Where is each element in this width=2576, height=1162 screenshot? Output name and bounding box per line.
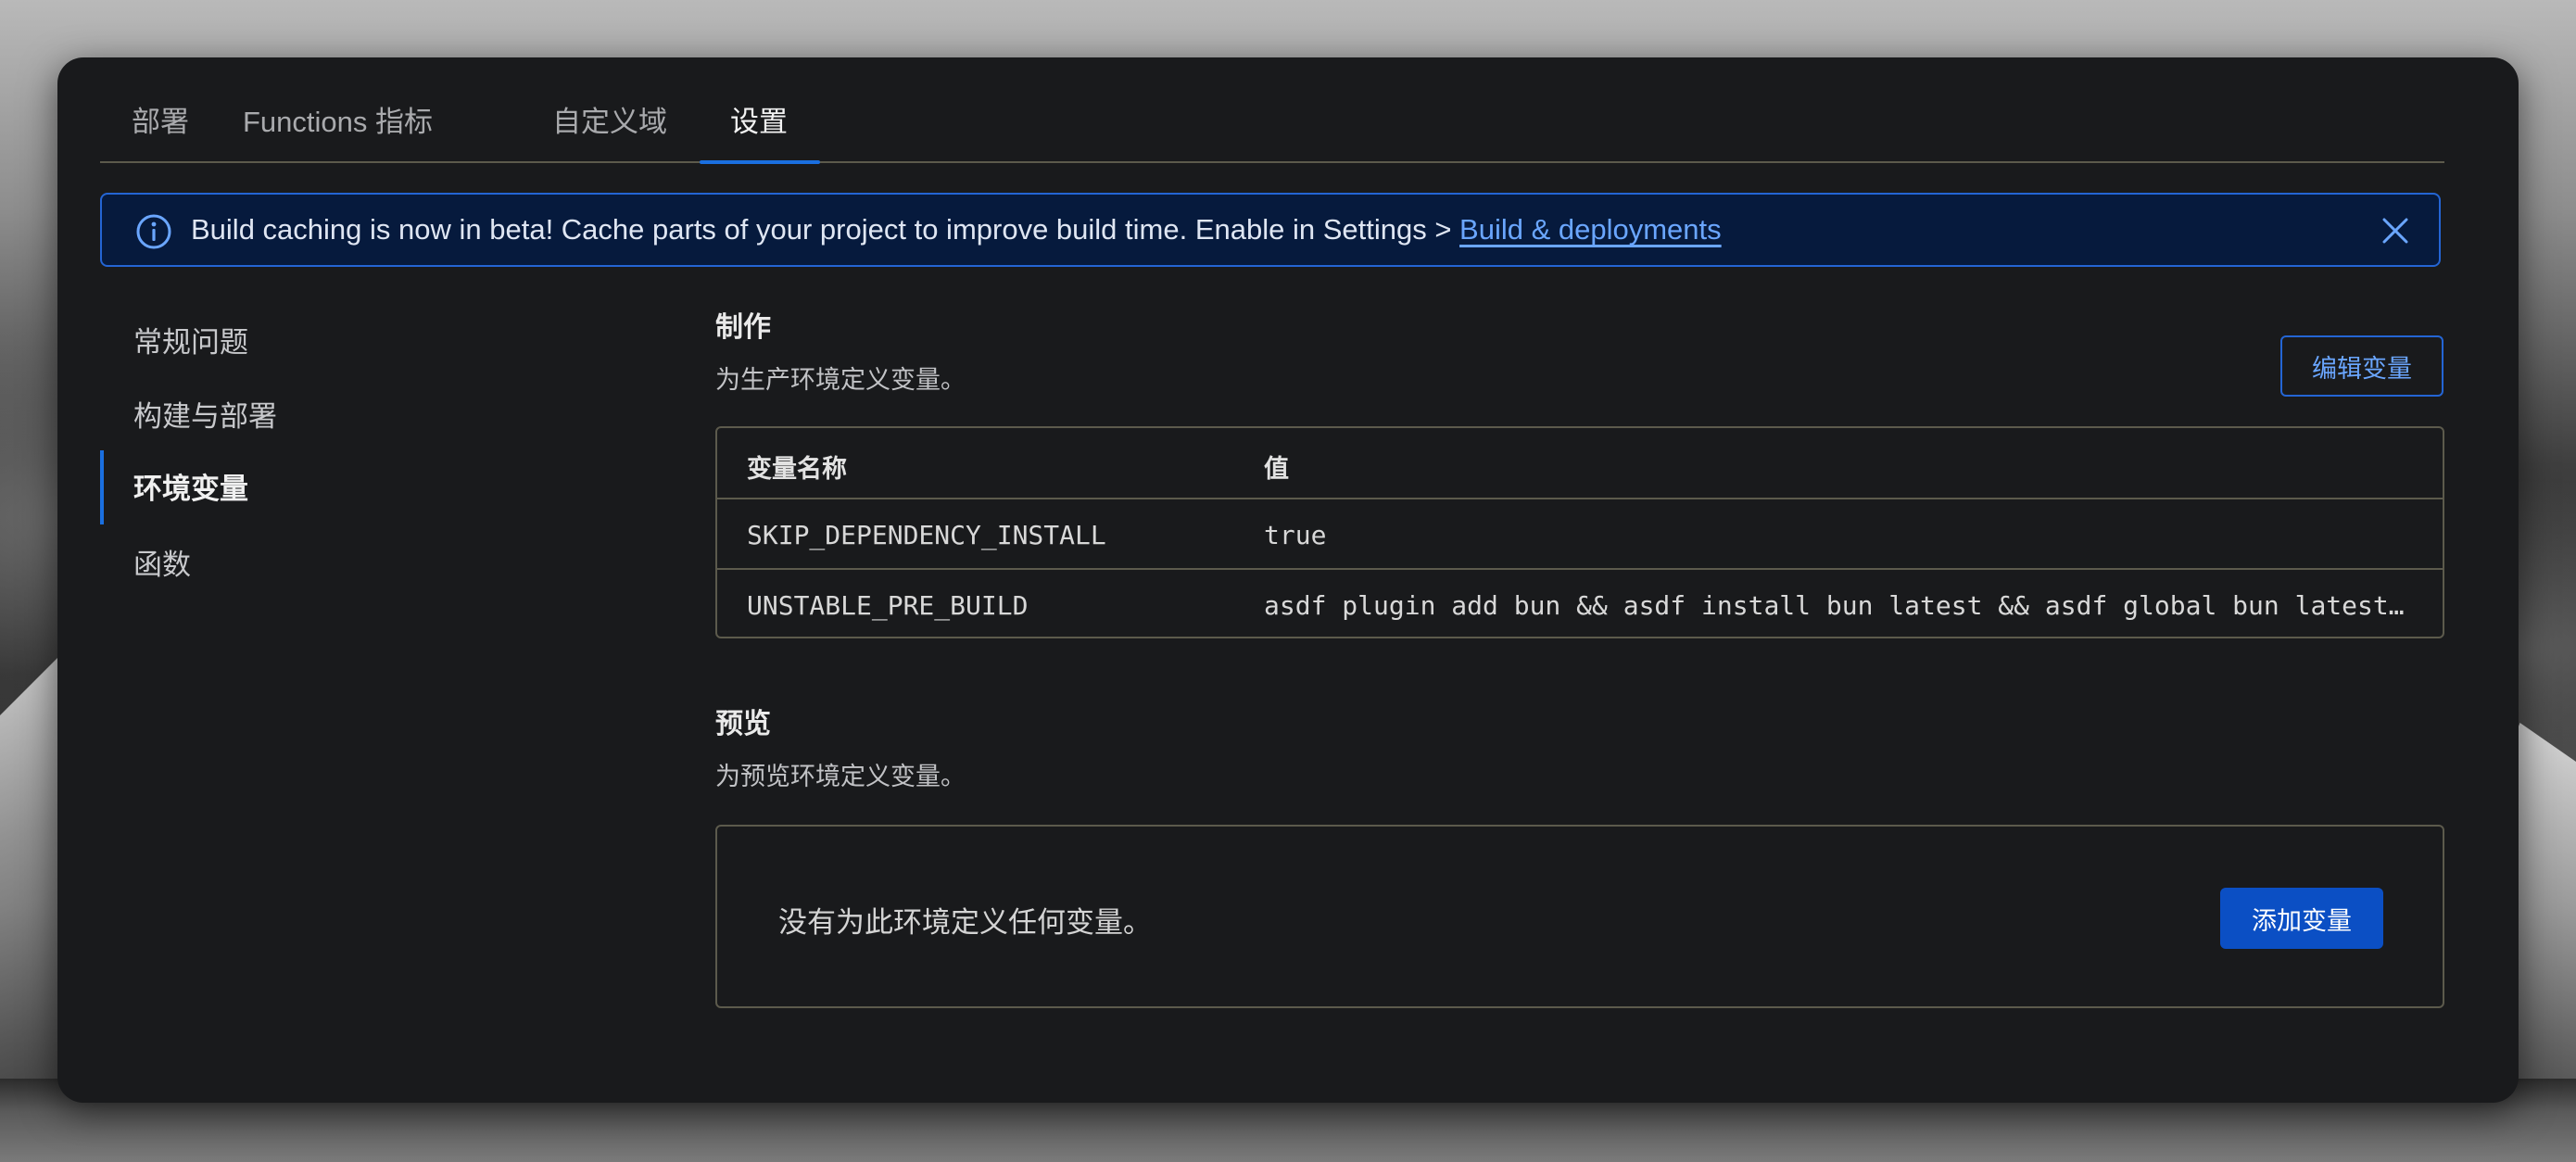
info-icon bbox=[136, 214, 171, 249]
production-variables-table: 变量名称 值 SKIP_DEPENDENCY_INSTALL true UNST… bbox=[715, 426, 2444, 638]
banner-text: Build caching is now in beta! Cache part… bbox=[191, 213, 1460, 246]
tab-bar: 部署 Functions 指标 自定义域 设置 bbox=[100, 57, 2444, 164]
sidebar-item-label: 函数 bbox=[133, 549, 191, 581]
variable-value: true bbox=[1264, 520, 1327, 550]
tab-deployments[interactable]: 部署 bbox=[132, 98, 189, 140]
sidebar-item-build-deploy[interactable]: 构建与部署 bbox=[100, 378, 563, 443]
sidebar-item-label: 环境变量 bbox=[133, 473, 248, 505]
add-variable-button[interactable]: 添加变量 bbox=[2220, 888, 2383, 949]
build-caching-banner: Build caching is now in beta! Cache part… bbox=[100, 193, 2441, 267]
sidebar-item-label: 构建与部署 bbox=[133, 400, 277, 433]
build-deployments-link[interactable]: Build & deployments bbox=[1459, 213, 1722, 246]
active-tab-indicator bbox=[700, 160, 820, 164]
sidebar-item-general[interactable]: 常规问题 bbox=[100, 304, 563, 369]
variable-value: asdf plugin add bun && asdf install bun … bbox=[1264, 590, 2405, 621]
tab-custom-domains[interactable]: 自定义域 bbox=[552, 98, 667, 140]
column-header-name: 变量名称 bbox=[747, 455, 847, 483]
table-row: SKIP_DEPENDENCY_INSTALL true bbox=[717, 498, 2443, 570]
edit-variables-button[interactable]: 编辑变量 bbox=[2280, 335, 2443, 397]
banner-message: Build caching is now in beta! Cache part… bbox=[191, 213, 1722, 246]
preview-description: 为预览环境定义变量。 bbox=[715, 763, 966, 790]
sidebar-item-label: 常规问题 bbox=[133, 326, 248, 359]
tab-functions-metrics[interactable]: Functions 指标 bbox=[243, 98, 433, 140]
tab-settings[interactable]: 设置 bbox=[730, 98, 788, 140]
close-icon[interactable] bbox=[2380, 215, 2411, 246]
table-row: UNSTABLE_PRE_BUILD asdf plugin add bun &… bbox=[717, 568, 2443, 637]
column-header-value: 值 bbox=[1264, 455, 1289, 483]
settings-window: 部署 Functions 指标 自定义域 设置 Build caching is… bbox=[57, 57, 2519, 1103]
variable-name: SKIP_DEPENDENCY_INSTALL bbox=[747, 520, 1106, 550]
sidebar-item-environment-variables[interactable]: 环境变量 bbox=[100, 450, 563, 524]
empty-state-message: 没有为此环境定义任何变量。 bbox=[778, 906, 1152, 939]
table-header-row: 变量名称 值 bbox=[717, 428, 2443, 499]
variable-name: UNSTABLE_PRE_BUILD bbox=[747, 590, 1029, 621]
preview-title: 预览 bbox=[715, 709, 771, 739]
production-title: 制作 bbox=[715, 312, 771, 343]
preview-empty-state: 没有为此环境定义任何变量。 添加变量 bbox=[715, 825, 2444, 1008]
production-description: 为生产环境定义变量。 bbox=[715, 366, 966, 394]
sidebar-item-functions[interactable]: 函数 bbox=[100, 526, 563, 591]
